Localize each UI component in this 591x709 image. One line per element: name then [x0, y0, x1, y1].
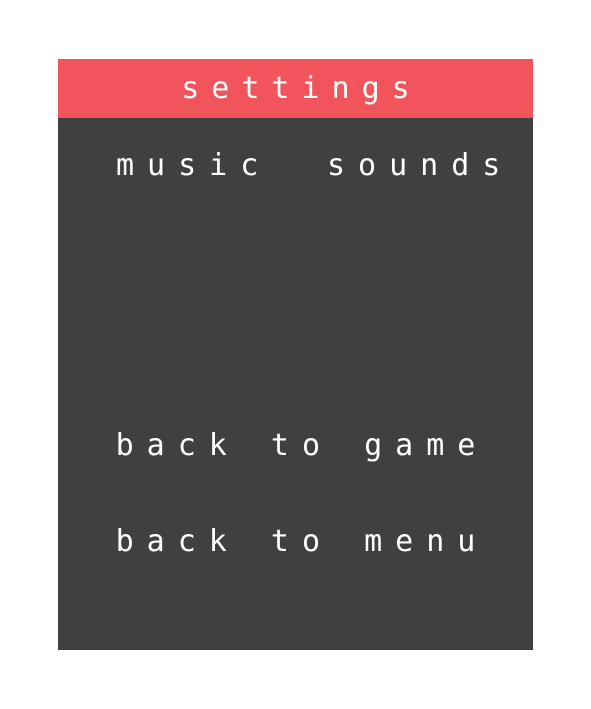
music-toggle[interactable]: music — [116, 151, 271, 181]
settings-header: settings — [58, 59, 533, 118]
back-to-game-button[interactable]: back to game — [58, 431, 533, 461]
page-title: settings — [181, 70, 422, 106]
back-to-menu-button[interactable]: back to menu — [58, 527, 533, 557]
settings-panel: settings music sounds back to game back … — [58, 59, 533, 650]
sounds-toggle[interactable]: sounds — [327, 151, 513, 181]
